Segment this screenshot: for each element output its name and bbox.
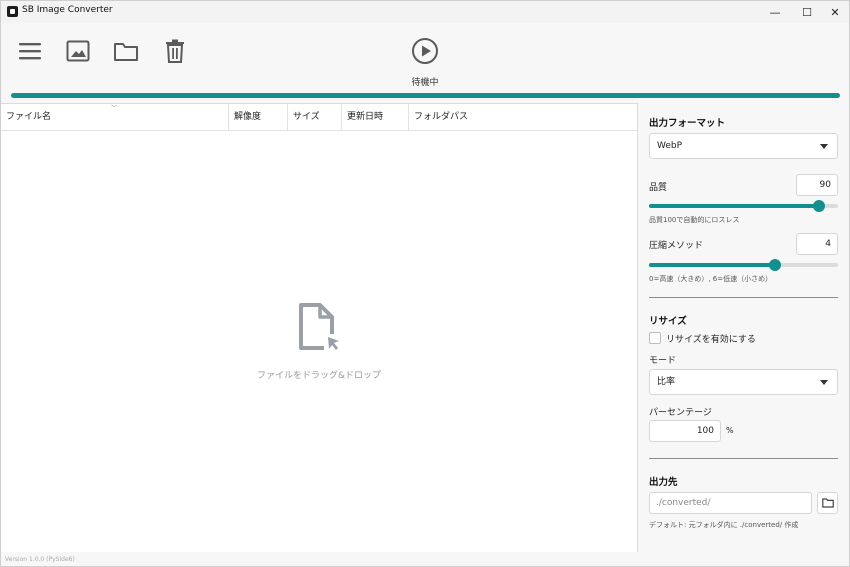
maximize-icon: ☐ (802, 5, 812, 19)
quality-slider[interactable] (649, 200, 838, 212)
format-select-value: WebP (657, 141, 683, 151)
percentage-input[interactable]: 100 (649, 420, 721, 442)
method-slider[interactable] (649, 259, 838, 271)
mode-select-value: 比率 (657, 377, 676, 387)
quality-slider-fill (649, 204, 820, 208)
folder-icon (821, 498, 834, 508)
window-title: SB Image Converter (22, 5, 113, 15)
settings-panel: 出力フォーマット WebP 品質 90 品質100で自動的にロスレス 圧縮メソッ… (639, 103, 849, 552)
quality-slider-handle[interactable] (813, 200, 826, 212)
method-slider-handle[interactable] (769, 259, 781, 271)
chevron-down-icon (820, 380, 828, 385)
column-header-resolution[interactable]: 解像度 (229, 104, 288, 131)
title-bar: SB Image Converter — ☐ ✕ (1, 1, 849, 23)
menu-icon (19, 43, 41, 60)
table-header: ﹀ ファイル名 解像度 サイズ 更新日時 フォルダパス (1, 104, 637, 131)
mode-select[interactable]: 比率 (649, 369, 838, 395)
add-folder-button[interactable] (112, 37, 140, 65)
drop-zone[interactable]: ファイルをドラッグ&ドロップ (231, 294, 407, 384)
method-hint: 0=高速（大きめ）, 6=低速（小さめ） (649, 275, 773, 283)
format-select[interactable]: WebP (649, 133, 838, 159)
toolbar: 待機中 (1, 23, 849, 103)
start-conversion-button[interactable] (411, 37, 439, 65)
file-drop-icon (299, 303, 342, 354)
method-label: 圧縮メソッド (649, 241, 704, 251)
percentage-unit: % (726, 426, 734, 435)
resize-title: リサイズ (649, 316, 687, 327)
status-label: 待機中 (411, 78, 439, 88)
divider (649, 297, 838, 298)
column-header-size[interactable]: サイズ (288, 104, 342, 131)
resize-enable-label[interactable]: リサイズを有効にする (666, 332, 756, 345)
close-button[interactable]: ✕ (819, 1, 849, 23)
menu-button[interactable] (16, 37, 44, 65)
file-table[interactable]: ﹀ ファイル名 解像度 サイズ 更新日時 フォルダパス ファイルをドラッグ&ドロ… (1, 103, 638, 552)
quality-hint: 品質100で自動的にロスレス (649, 216, 740, 224)
output-format-title: 出力フォーマット (649, 118, 726, 129)
add-images-button[interactable] (64, 37, 92, 65)
mode-label: モード (649, 356, 677, 366)
column-header-folder-path[interactable]: フォルダパス (409, 104, 637, 131)
version-label: Version 1.0.0 (PySide6) (5, 556, 75, 563)
minimize-button[interactable]: — (759, 1, 791, 23)
progress-bar (11, 93, 840, 98)
progress-fill (11, 93, 840, 98)
percentage-label: パーセンテージ (649, 408, 712, 418)
minimize-icon: — (769, 5, 781, 19)
image-icon (66, 40, 90, 62)
play-icon (412, 38, 438, 64)
method-input[interactable]: 4 (796, 233, 838, 255)
resize-enable-checkbox[interactable] (649, 332, 661, 344)
folder-icon (114, 43, 138, 61)
output-hint: デフォルト: 元フォルダ内に ./converted/ 作成 (649, 521, 799, 529)
column-header-modified[interactable]: 更新日時 (342, 104, 409, 131)
drop-hint-text: ファイルをドラッグ&ドロップ (256, 371, 382, 381)
trash-icon (166, 39, 184, 63)
column-header-filename[interactable]: ファイル名 (1, 104, 229, 131)
output-destination-title: 出力先 (649, 477, 678, 488)
clear-list-button[interactable] (161, 37, 189, 65)
method-slider-fill (649, 263, 775, 267)
quality-input[interactable]: 90 (796, 174, 838, 196)
app-logo-icon (7, 6, 18, 17)
browse-folder-button[interactable] (817, 492, 838, 514)
close-icon: ✕ (830, 5, 840, 19)
divider (649, 458, 838, 459)
chevron-down-icon (820, 144, 828, 149)
quality-label: 品質 (649, 183, 668, 193)
app-window: SB Image Converter — ☐ ✕ 待機中 ﹀ ファイル名 解像度… (0, 0, 850, 567)
output-path-input[interactable]: ./converted/ (649, 492, 812, 514)
